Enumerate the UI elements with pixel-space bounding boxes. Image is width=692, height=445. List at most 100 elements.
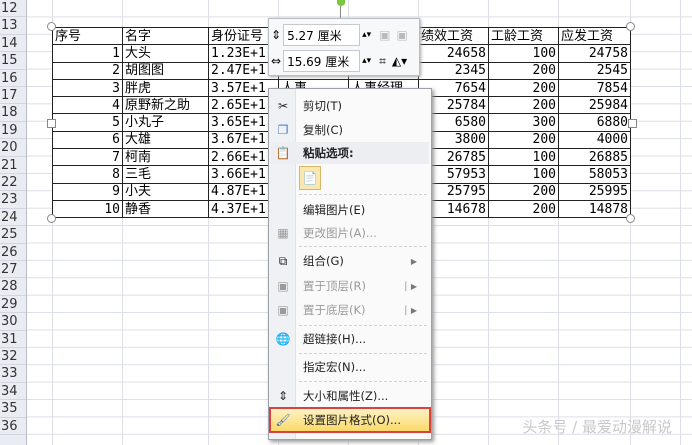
row-number[interactable]: 30 [0,313,26,331]
table-cell: 2 [52,61,123,80]
spinner-icon[interactable]: ▴▾ [362,56,371,66]
table-cell: 4 [52,96,123,115]
table-cell: 工龄工资 [488,26,559,46]
hyperlink-globe-icon: 🌐 [275,332,291,346]
row-number[interactable]: 12 [0,0,26,18]
table-cell: 300 [488,113,559,132]
table-cell: 100 [488,148,559,167]
table-cell: 200 [488,78,559,98]
row-number[interactable]: 22 [0,174,26,192]
table-cell: 24658 [418,44,489,63]
row-number[interactable]: 27 [0,261,26,279]
table-cell: 200 [488,199,559,219]
table-cell: 5 [52,113,123,132]
height-input[interactable]: 5.27 厘米 [283,24,361,46]
menu-item-bring-to-front[interactable]: ▣ 置于顶层(R) │ ▶ [271,275,429,297]
rotate-line [340,6,341,18]
table-cell: 3 [52,78,123,98]
row-number[interactable]: 34 [0,383,26,401]
row-number[interactable]: 19 [0,122,26,140]
height-icon: ⇕ [271,28,282,42]
send-back-icon: ▣ [277,303,289,317]
send-backward-icon[interactable]: ▣ [396,28,407,42]
resize-handle[interactable] [47,119,56,128]
menu-item-hyperlink[interactable]: 🌐 超链接(H)... [271,328,429,350]
resize-handle[interactable] [47,22,56,31]
table-cell: 胖虎 [122,78,209,98]
row-number[interactable]: 32 [0,348,26,366]
table-cell: 2345 [418,61,489,80]
scissors-icon: ✂ [277,99,289,113]
table-cell: 9 [52,182,123,201]
format-picture-icon: 🖌 [275,413,291,427]
row-number[interactable]: 13 [0,17,26,35]
bring-front-icon: ▣ [277,279,289,293]
row-number[interactable]: 24 [0,209,26,227]
row-number[interactable]: 20 [0,139,26,157]
table-cell: 柯南 [122,148,209,167]
menu-item-group[interactable]: ⧉ 组合(G) ▶ [271,250,429,272]
row-number[interactable]: 31 [0,331,26,348]
row-number[interactable]: 17 [0,87,26,105]
row-number[interactable]: 15 [0,52,26,70]
resize-handle[interactable] [626,214,635,223]
table-cell: 200 [488,130,559,150]
menu-item-copy[interactable]: ❐ 复制(C) [271,119,429,141]
row-number[interactable]: 35 [0,400,26,418]
row-number[interactable]: 36 [0,418,26,435]
table-cell: 序号 [52,26,123,46]
table-cell: 6880 [558,113,631,132]
mini-toolbar: ⇕ 5.27 厘米 ▴▾ ▣ ▣ ⇔ 15.69 厘米 ▴▾ ⌗ ◭▾ [268,18,420,76]
table-cell: 25995 [558,182,631,201]
table-cell: 应发工资 [558,26,631,46]
menu-heading-paste-options: 📋 粘贴选项: [271,142,429,164]
table-cell: 绩效工资 [418,26,489,46]
paste-picture-button[interactable]: 📄 [299,166,321,190]
crop-icon[interactable]: ⌗ [379,54,386,69]
row-number[interactable]: 25 [0,226,26,244]
table-cell: 4000 [558,130,631,150]
table-cell: 100 [488,165,559,184]
change-picture-icon: ▦ [277,226,289,240]
table-cell: 200 [488,61,559,80]
row-number[interactable]: 21 [0,157,26,174]
rotate-icon[interactable]: ◭▾ [392,54,407,68]
row-number[interactable]: 33 [0,365,26,383]
table-cell: 10 [52,199,123,219]
row-number[interactable]: 28 [0,278,26,296]
table-cell: 静香 [122,199,209,219]
resize-handle[interactable] [628,119,637,128]
copy-icon: ❐ [277,123,289,137]
row-number[interactable]: 29 [0,296,26,314]
table-cell: 25984 [558,96,631,115]
row-number[interactable]: 14 [0,35,26,53]
menu-item-send-to-back[interactable]: ▣ 置于底层(K) │ ▶ [271,299,429,321]
clipboard-icon: 📋 [275,146,291,160]
table-cell: 三毛 [122,165,209,184]
table-cell: 2545 [558,61,631,80]
table-cell: 8 [52,165,123,184]
row-number[interactable]: 23 [0,191,26,209]
menu-item-cut[interactable]: ✂ 剪切(T) [271,95,429,117]
table-cell: 7 [52,148,123,167]
menu-item-size-properties[interactable]: ⇕ 大小和属性(Z)... [271,385,429,407]
table-cell: 原野新之助 [122,96,209,115]
width-input[interactable]: 15.69 厘米 [283,50,361,72]
resize-handle[interactable] [47,214,56,223]
bring-forward-icon[interactable]: ▣ [379,28,390,42]
menu-item-change-picture[interactable]: ▦ 更改图片(A)... [271,222,429,244]
row-number[interactable]: 18 [0,104,26,122]
menu-item-assign-macro[interactable]: 指定宏(N)... [271,356,429,378]
table-cell: 26885 [558,148,631,167]
menu-item-format-picture[interactable]: 🖌 设置图片格式(O)... [269,407,431,433]
table-cell: 小丸子 [122,113,209,132]
row-number[interactable]: 16 [0,70,26,87]
rotate-handle[interactable] [337,0,345,6]
row-number[interactable]: 26 [0,244,26,261]
resize-handle[interactable] [626,22,635,31]
table-cell: 200 [488,182,559,201]
spinner-icon[interactable]: ▴▾ [362,30,371,40]
table-cell: 100 [488,44,559,63]
row-headers[interactable]: 12 13 14 15 16 17 18 19 20 21 22 23 24 25 26 27 28 29 30 31… [0,0,27,445]
menu-item-edit-picture[interactable]: 编辑图片(E) [271,199,429,221]
